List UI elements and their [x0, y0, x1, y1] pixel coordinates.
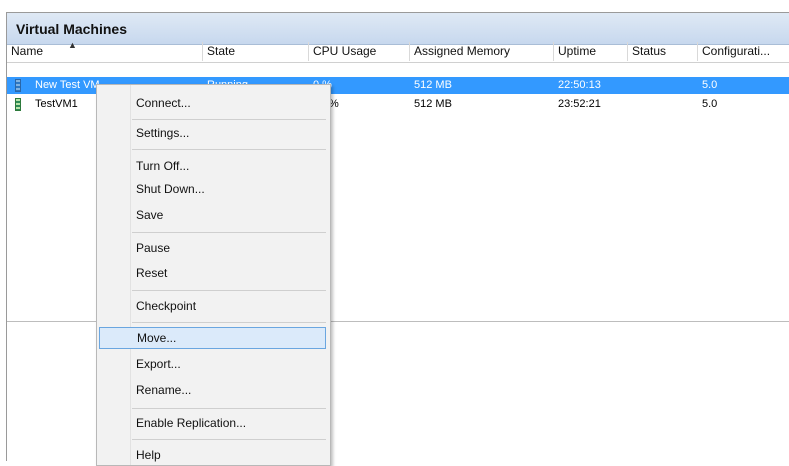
column-header-uptime[interactable]: Uptime	[554, 42, 628, 61]
menu-separator	[132, 408, 326, 409]
column-header-status[interactable]: Status	[628, 42, 698, 61]
vm-configuration: 5.0	[702, 98, 718, 110]
vm-context-menu: Connect... Settings... Turn Off... Shut …	[96, 84, 331, 466]
menu-item-pause[interactable]: Pause	[99, 237, 326, 259]
column-header-assigned-memory[interactable]: Assigned Memory	[410, 42, 554, 61]
menu-item-connect[interactable]: Connect...	[99, 92, 326, 114]
menu-item-export[interactable]: Export...	[99, 353, 326, 375]
menu-separator	[132, 290, 326, 291]
menu-item-checkpoint[interactable]: Checkpoint	[99, 295, 326, 317]
menu-separator	[132, 439, 326, 440]
vm-name: TestVM1	[35, 98, 78, 110]
vm-assigned-memory: 512 MB	[414, 79, 452, 91]
column-header-name[interactable]: Name	[7, 42, 203, 61]
menu-separator	[132, 322, 326, 323]
menu-item-shut-down[interactable]: Shut Down...	[99, 178, 326, 200]
menu-item-rename[interactable]: Rename...	[99, 379, 326, 401]
menu-item-save[interactable]: Save	[99, 204, 326, 226]
menu-item-settings[interactable]: Settings...	[99, 122, 326, 144]
header-divider	[7, 62, 789, 63]
sort-ascending-icon: ▲	[68, 40, 77, 50]
virtual-machine-icon	[15, 79, 21, 92]
vm-assigned-memory: 512 MB	[414, 98, 452, 110]
column-header-cpu-usage[interactable]: CPU Usage	[309, 42, 410, 61]
menu-separator	[132, 232, 326, 233]
menu-item-turn-off[interactable]: Turn Off...	[99, 155, 326, 177]
vm-configuration: 5.0	[702, 79, 718, 91]
column-header-state[interactable]: State	[203, 42, 309, 61]
panel-header: Virtual Machines	[7, 13, 789, 45]
vm-uptime: 22:50:13	[558, 79, 601, 91]
menu-item-reset[interactable]: Reset	[99, 262, 326, 284]
column-header-configuration[interactable]: Configurati...	[698, 42, 789, 61]
panel-title: Virtual Machines	[16, 21, 128, 37]
vm-name: New Test VM	[35, 79, 100, 91]
menu-item-enable-replication[interactable]: Enable Replication...	[99, 412, 326, 434]
vm-uptime: 23:52:21	[558, 98, 601, 110]
menu-separator	[132, 119, 326, 120]
virtual-machine-icon	[15, 98, 21, 111]
menu-separator	[132, 149, 326, 150]
menu-item-move[interactable]: Move...	[99, 327, 326, 349]
menu-item-help[interactable]: Help	[99, 444, 326, 465]
